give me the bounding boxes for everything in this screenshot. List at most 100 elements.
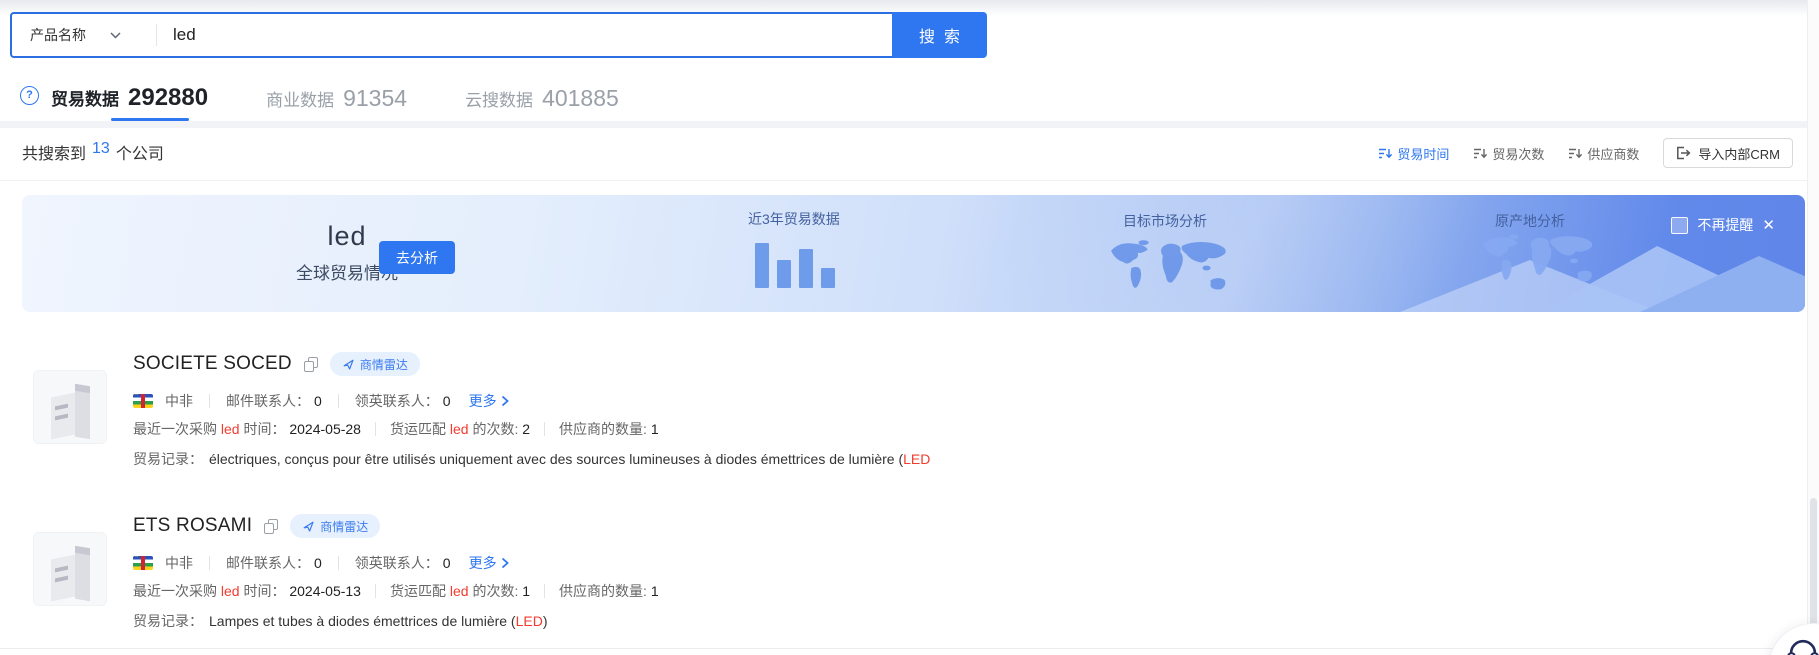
tab-count: 91354	[343, 85, 407, 112]
meta-separator	[375, 422, 376, 436]
meta-separator	[209, 394, 210, 408]
more-link[interactable]: 更多	[469, 391, 509, 411]
trade-record-text: Lampes et tubes à diodes émettrices de l…	[209, 613, 548, 629]
bar	[777, 260, 791, 288]
company-logo-placeholder[interactable]	[33, 370, 107, 444]
search-input[interactable]	[171, 24, 892, 46]
trade-record-label: 贸易记录：	[133, 611, 203, 631]
more-link[interactable]: 更多	[469, 553, 509, 573]
freight-count: 2	[522, 421, 530, 437]
sort-supplier-count[interactable]: 供应商数	[1568, 144, 1639, 163]
last-purchase: 最近一次采购 led 时间： 2024-05-28	[133, 419, 361, 439]
scrollbar-track[interactable]	[1807, 0, 1819, 655]
trade-record-label: 贸易记录：	[133, 449, 203, 469]
keyword-highlight: led	[450, 421, 469, 437]
world-map-graphic	[1477, 227, 1603, 291]
results-count-number: 13	[92, 140, 110, 164]
meta-separator	[338, 394, 339, 408]
headset-icon	[1786, 637, 1819, 655]
email-contacts: 邮件联系人：0	[226, 553, 322, 573]
help-question-icon[interactable]: ?	[20, 86, 39, 105]
sort-trade-count[interactable]: 贸易次数	[1473, 144, 1544, 163]
email-contacts: 邮件联系人：0	[226, 391, 322, 411]
results-count-prefix: 共搜索到	[22, 140, 86, 164]
country-name: 中非	[165, 391, 193, 411]
keyword-highlight: led	[450, 583, 469, 599]
search-category-dropdown[interactable]: 产品名称	[12, 25, 150, 45]
world-map-graphic	[1105, 233, 1237, 299]
radar-icon	[302, 520, 315, 533]
freight-match: 货运匹配 led 的次数: 1	[390, 581, 530, 601]
copy-icon[interactable]	[304, 357, 318, 372]
tab-count: 292880	[128, 84, 208, 112]
results-count-suffix: 个公司	[116, 140, 164, 164]
trade-mini-bar-chart	[755, 195, 875, 288]
company-name[interactable]: ETS ROSAMI	[133, 515, 252, 537]
more-label: 更多	[469, 553, 497, 573]
tab-cloud-search-data[interactable]: 云搜数据 401885	[465, 85, 619, 118]
meta-separator	[338, 556, 339, 570]
search-box: 产品名称	[10, 12, 892, 58]
dismiss-controls: 不再提醒 ✕	[1671, 215, 1775, 235]
purchase-date: 2024-05-13	[289, 583, 361, 599]
chevron-down-icon	[110, 32, 121, 39]
freight-match: 货运匹配 led 的次数: 2	[390, 419, 530, 439]
copy-icon[interactable]	[264, 519, 278, 534]
meta-separator	[544, 422, 545, 436]
sort-trade-time[interactable]: 贸易时间	[1378, 144, 1449, 163]
sort-label: 贸易时间	[1397, 144, 1449, 163]
import-crm-label: 导入内部CRM	[1698, 144, 1780, 163]
building-graphic	[75, 390, 90, 439]
business-radar-badge[interactable]: 商情雷达	[330, 352, 420, 376]
section-gap	[0, 121, 1819, 128]
keyword-highlight: LED	[903, 451, 930, 467]
company-name[interactable]: SOCIETE SOCED	[133, 353, 292, 375]
bottom-divider	[0, 648, 1819, 649]
import-crm-button[interactable]: 导入内部CRM	[1663, 138, 1793, 168]
meta-separator	[375, 584, 376, 598]
search-category-value: 产品名称	[30, 25, 86, 45]
analyze-button[interactable]: 去分析	[379, 241, 455, 274]
supplier-count: 供应商的数量: 1	[559, 581, 659, 601]
freight-count: 1	[522, 583, 530, 599]
results-count-line: 共搜索到 13 个公司	[22, 140, 164, 164]
tab-trade-data[interactable]: 贸易数据 292880	[51, 84, 208, 118]
central-african-republic-flag-icon: ★	[133, 394, 153, 408]
tab-label: 贸易数据	[51, 85, 119, 110]
company-card: ETS ROSAMI 商情雷达 ★ 中非 邮件联系人：0 领英联系人：0 更多	[33, 514, 1783, 630]
dont-remind-checkbox[interactable]	[1671, 217, 1688, 234]
results-toolbar: 贸易时间 贸易次数 供应商数 导入内部CRM	[1378, 138, 1793, 168]
sort-descending-icon	[1378, 147, 1392, 160]
central-african-republic-flag-icon: ★	[133, 556, 153, 570]
company-card: SOCIETE SOCED 商情雷达 ★ 中非 邮件联系人：0 领英联系人：0 …	[33, 352, 1783, 468]
sort-label: 贸易次数	[1492, 144, 1544, 163]
supplier-count: 供应商的数量: 1	[559, 419, 659, 439]
search-separator	[156, 24, 157, 46]
tab-count: 401885	[542, 85, 619, 112]
keyword-highlight: LED	[516, 613, 543, 629]
badge-label: 商情雷达	[320, 518, 368, 535]
purchase-date: 2024-05-28	[289, 421, 361, 437]
trade-record-line: 贸易记录： électriques, conçus pour être util…	[133, 449, 930, 469]
keyword-highlight: led	[221, 421, 240, 437]
data-tabs: ? 贸易数据 292880 商业数据 91354 云搜数据 401885	[20, 76, 619, 118]
search-button[interactable]: 搜索	[892, 12, 987, 58]
keyword-highlight: led	[221, 583, 240, 599]
target-market-title: 目标市场分析	[1123, 211, 1207, 231]
sort-descending-icon	[1568, 147, 1582, 160]
more-label: 更多	[469, 391, 497, 411]
country-name: 中非	[165, 553, 193, 573]
close-banner-icon[interactable]: ✕	[1762, 218, 1775, 233]
meta-separator	[544, 584, 545, 598]
building-graphic	[75, 552, 90, 601]
bar	[755, 243, 769, 288]
linkedin-contacts: 领英联系人：0	[355, 553, 451, 573]
tab-business-data[interactable]: 商业数据 91354	[266, 85, 407, 118]
company-logo-placeholder[interactable]	[33, 532, 107, 606]
business-radar-badge[interactable]: 商情雷达	[290, 514, 380, 538]
linkedin-contacts: 领英联系人：0	[355, 391, 451, 411]
bar	[799, 249, 813, 288]
bar	[821, 268, 835, 288]
radar-icon	[342, 358, 355, 371]
tab-label: 云搜数据	[465, 86, 533, 111]
